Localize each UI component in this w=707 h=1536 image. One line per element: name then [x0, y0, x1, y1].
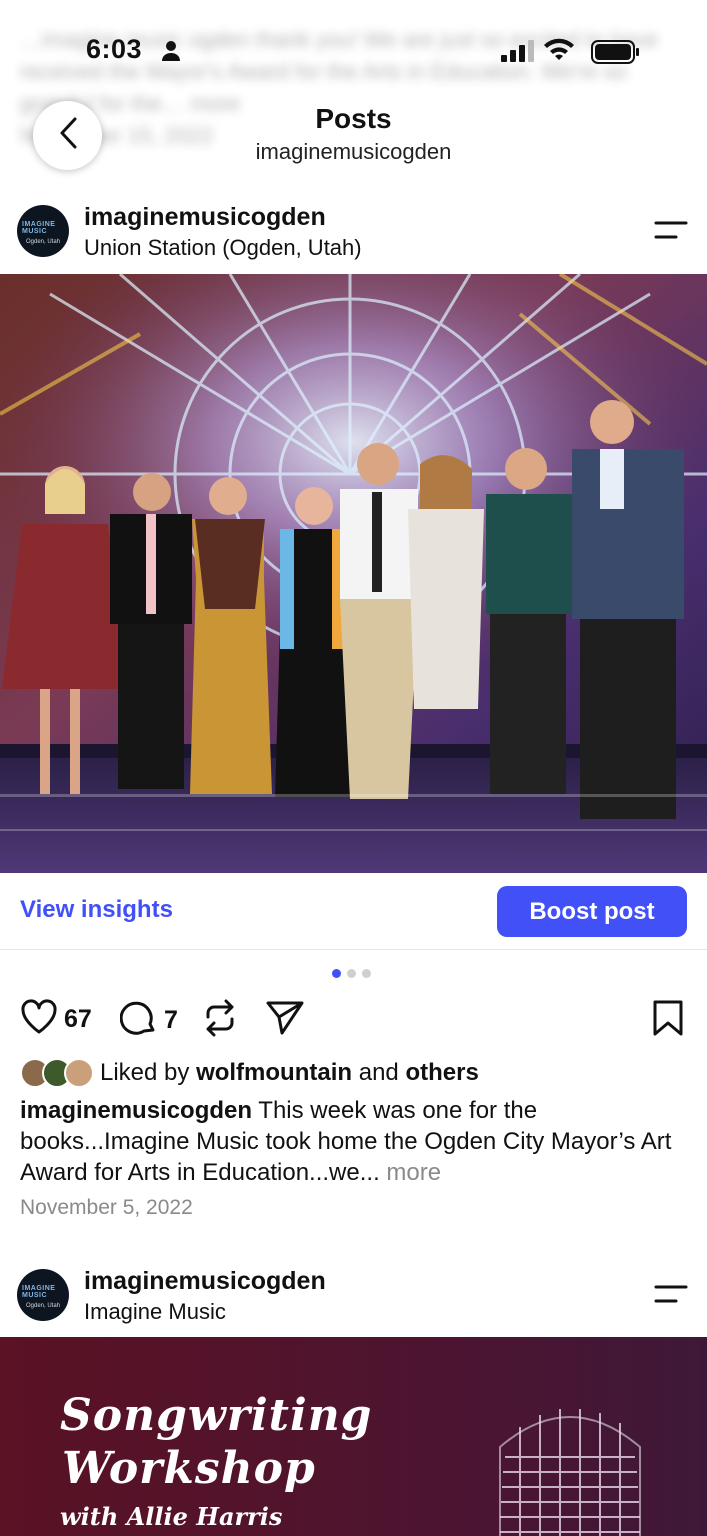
avatar[interactable]: IMAGINE MUSIC Ogden, Utah	[17, 1269, 69, 1321]
view-insights-link[interactable]: View insights	[20, 896, 173, 924]
comments-count: 7	[164, 1006, 178, 1034]
image-subtitle: with Allie Harris	[60, 1502, 283, 1531]
liker-avatar	[64, 1058, 94, 1088]
battery-icon	[591, 40, 641, 69]
signal-icon	[501, 40, 537, 67]
liked-by-user[interactable]: wolfmountain	[196, 1059, 352, 1087]
caption-username[interactable]: imaginemusicogden	[20, 1097, 252, 1124]
image-title-line1: Songwriting	[60, 1390, 373, 1441]
status-time: 6:03	[86, 34, 143, 64]
liked-by[interactable]: Liked by wolfmountain and others	[20, 1058, 479, 1088]
send-icon[interactable]	[265, 999, 305, 1037]
heart-icon	[20, 999, 58, 1040]
carousel-dot	[347, 969, 356, 978]
boost-post-button[interactable]: Boost post	[497, 886, 687, 937]
post-caption: imaginemusicogden This week was one for …	[20, 1097, 672, 1186]
page-title: Posts	[315, 103, 392, 134]
wifi-icon	[543, 38, 575, 67]
post-header: IMAGINE MUSIC Ogden, Utah imaginemusicog…	[0, 1262, 707, 1332]
post-date: November 5, 2022	[20, 1196, 193, 1219]
page-subtitle: imaginemusicogden	[255, 139, 452, 164]
post-location[interactable]: Imagine Music	[84, 1299, 226, 1325]
repost-icon[interactable]	[202, 999, 238, 1037]
caption-more-link[interactable]: more	[386, 1159, 441, 1186]
action-bar: 67 7	[0, 999, 707, 1039]
like-button[interactable]: 67	[20, 999, 92, 1040]
post-username[interactable]: imaginemusicogden	[84, 1267, 326, 1296]
post-photo[interactable]	[0, 274, 707, 873]
post-location[interactable]: Union Station (Ogden, Utah)	[84, 235, 362, 261]
carousel-indicator	[332, 969, 371, 978]
carousel-dot	[332, 969, 341, 978]
post-header: IMAGINE MUSIC Ogden, Utah imaginemusicog…	[0, 198, 707, 268]
image-title-line2: Workshop	[62, 1443, 316, 1494]
comment-icon	[119, 999, 158, 1042]
person-icon	[160, 40, 182, 67]
menu-lines-icon[interactable]	[654, 220, 688, 245]
liked-by-others[interactable]: others	[405, 1059, 478, 1087]
carousel-dot	[362, 969, 371, 978]
post-username[interactable]: imaginemusicogden	[84, 203, 326, 232]
comment-button[interactable]: 7	[119, 999, 178, 1042]
menu-lines-icon[interactable]	[654, 1284, 688, 1309]
likes-count: 67	[64, 1005, 92, 1033]
status-bar: 6:03	[0, 0, 707, 100]
divider	[0, 949, 707, 950]
bookmark-icon[interactable]	[652, 999, 684, 1037]
avatar[interactable]: IMAGINE MUSIC Ogden, Utah	[17, 205, 69, 257]
